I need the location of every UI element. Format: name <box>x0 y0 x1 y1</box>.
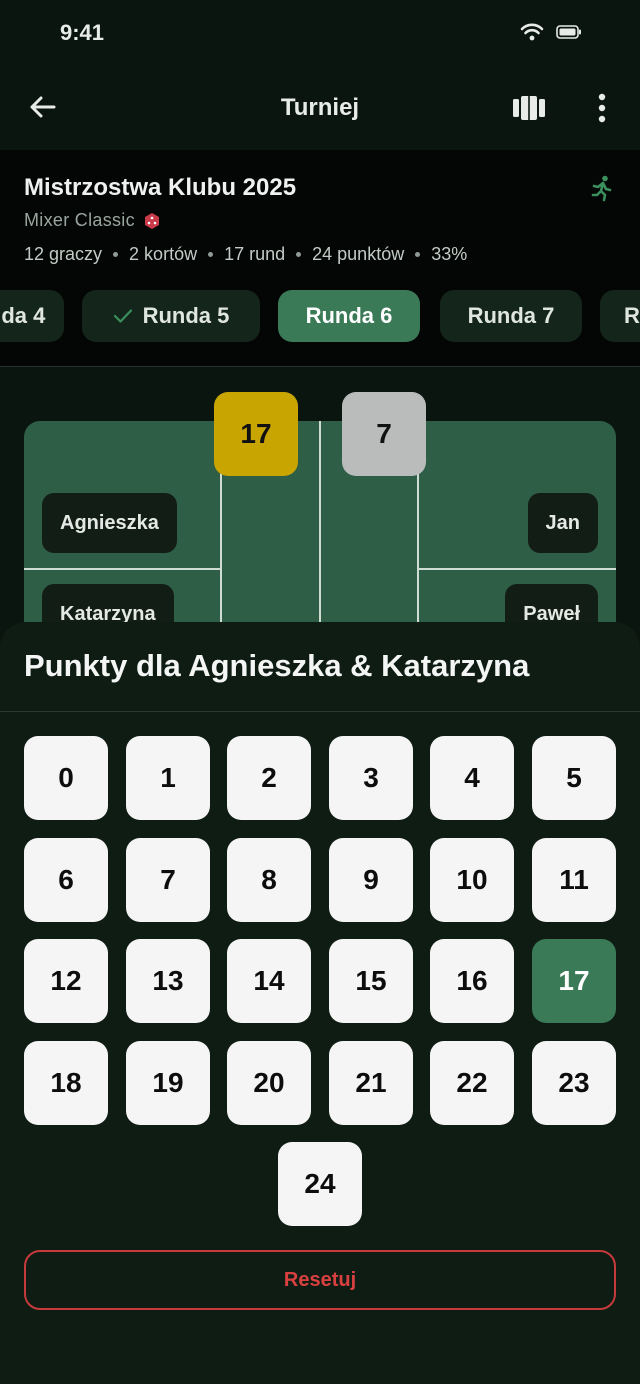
status-bar: 9:41 <box>0 0 640 66</box>
sheet-title: Punkty dla Agnieszka & Katarzyna <box>24 648 530 683</box>
reset-button[interactable]: Resetuj <box>24 1250 616 1310</box>
round-tabs: Runda 4 Runda 5 Runda 6 Runda 7 Runda 8 <box>0 288 640 344</box>
more-vert-icon[interactable] <box>590 92 614 124</box>
tab-round-6[interactable]: Runda 6 <box>278 290 420 342</box>
points-button[interactable]: 1 <box>126 736 210 820</box>
tab-label: Runda 7 <box>467 303 555 328</box>
tab-round-4[interactable]: Runda 4 <box>0 290 64 342</box>
tournament-type: Mixer Classic <box>24 210 161 231</box>
tournament-name: Mistrzostwa Klubu 2025 <box>24 174 297 201</box>
status-time: 9:41 <box>60 20 105 45</box>
points-button[interactable]: 6 <box>24 838 108 922</box>
court-view-icon[interactable] <box>512 94 546 122</box>
player-chip[interactable]: Agnieszka <box>42 493 177 553</box>
separator-dot <box>113 252 119 257</box>
points-button[interactable]: 16 <box>430 939 514 1023</box>
points-button[interactable]: 12 <box>24 939 108 1023</box>
points-button[interactable]: 20 <box>227 1041 311 1125</box>
running-person-icon <box>591 175 612 202</box>
tab-round-7[interactable]: Runda 7 <box>440 290 582 342</box>
tab-label: Runda 4 <box>0 303 46 328</box>
separator-dot <box>296 252 302 257</box>
court-center-line-right <box>418 568 616 570</box>
status-icons <box>520 22 582 42</box>
points-bottom-sheet: Punkty dla Agnieszka & Katarzyna 0123456… <box>0 622 640 1384</box>
points-button[interactable]: 13 <box>126 939 210 1023</box>
court-center-line-left <box>24 568 221 570</box>
tournament-type-label: Mixer Classic <box>24 210 135 230</box>
stat-points: 24 punktów <box>312 244 405 264</box>
court-area: Agnieszka Katarzyna Jan Paweł 17 7 <box>0 367 640 661</box>
points-button[interactable]: 10 <box>430 838 514 922</box>
tab-label: Runda 6 <box>305 303 393 328</box>
separator-dot <box>208 252 214 257</box>
player-chip[interactable]: Jan <box>527 493 598 553</box>
separator-dot <box>415 252 421 257</box>
battery-icon <box>556 25 581 39</box>
points-button[interactable]: 19 <box>126 1041 210 1125</box>
sheet-divider <box>0 711 640 712</box>
tournament-header: Mistrzostwa Klubu 2025 Mixer Classic 12 … <box>0 150 640 367</box>
points-button[interactable]: 3 <box>329 736 413 820</box>
tab-round-5[interactable]: Runda 5 <box>82 290 260 342</box>
points-button[interactable]: 2 <box>227 736 311 820</box>
points-button[interactable]: 17 <box>532 939 616 1023</box>
stat-players: 12 graczy <box>24 244 103 264</box>
tab-label: Runda 5 <box>142 303 230 328</box>
points-button[interactable]: 8 <box>227 838 311 922</box>
score-team-a[interactable]: 17 <box>214 392 298 476</box>
points-button[interactable]: 4 <box>430 736 514 820</box>
points-button[interactable]: 15 <box>329 939 413 1023</box>
points-button[interactable]: 9 <box>329 838 413 922</box>
tournament-stats: 12 graczy 2 kortów 17 rund 24 punktów 33… <box>24 244 467 265</box>
app-bar: Turniej <box>0 66 640 150</box>
points-button[interactable]: 22 <box>430 1041 514 1125</box>
tab-label: Runda 8 <box>624 303 640 328</box>
points-button[interactable]: 0 <box>24 736 108 820</box>
points-button[interactable]: 23 <box>532 1041 616 1125</box>
points-button[interactable]: 24 <box>278 1142 362 1226</box>
tab-round-8[interactable]: Runda 8 <box>600 290 640 342</box>
points-button[interactable]: 21 <box>329 1041 413 1125</box>
wifi-icon <box>520 23 544 41</box>
points-button[interactable]: 7 <box>126 838 210 922</box>
points-button[interactable]: 11 <box>532 838 616 922</box>
points-button[interactable]: 14 <box>227 939 311 1023</box>
stat-progress: 33% <box>431 244 468 264</box>
points-button[interactable]: 18 <box>24 1041 108 1125</box>
stat-rounds: 17 rund <box>224 244 286 264</box>
points-button[interactable]: 5 <box>532 736 616 820</box>
stat-courts: 2 kortów <box>129 244 198 264</box>
dice-icon <box>144 212 159 229</box>
score-team-b[interactable]: 7 <box>342 392 426 476</box>
check-icon <box>113 309 132 323</box>
